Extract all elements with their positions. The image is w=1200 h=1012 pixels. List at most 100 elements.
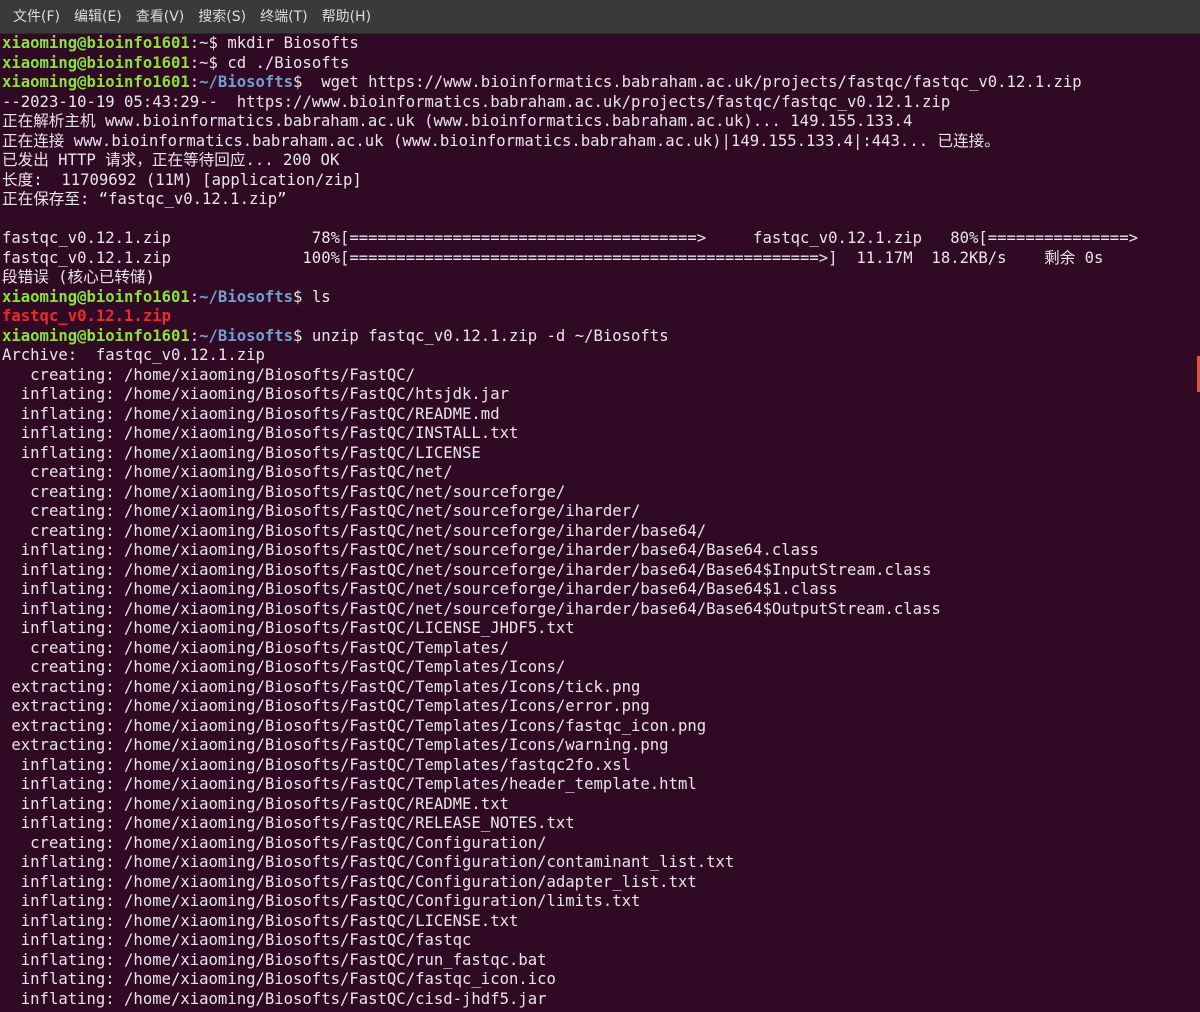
terminal-line: xiaoming@bioinfo1601:~/Biosofts$ wget ht… <box>2 73 1194 93</box>
line-text: creating: /home/xiaoming/Biosofts/FastQC… <box>2 365 416 384</box>
line-text: inflating: /home/xiaoming/Biosofts/FastQ… <box>2 775 697 793</box>
terminal-line: extracting: /home/xiaoming/Biosofts/Fast… <box>2 736 1194 756</box>
terminal-line: inflating: /home/xiaoming/Biosofts/FastQ… <box>2 619 1194 639</box>
line-text: fastqc_v0.12.1.zip 78%[=================… <box>2 229 1138 247</box>
line-text: inflating: /home/xiaoming/Biosofts/FastQ… <box>2 794 509 813</box>
terminal-line: xiaoming@bioinfo1601:~/Biosofts$ unzip f… <box>2 327 1194 347</box>
line-text: inflating: /home/xiaoming/Biosofts/FastQ… <box>2 443 481 462</box>
line-text: inflating: /home/xiaoming/Biosofts/FastQ… <box>2 560 932 579</box>
line-text: 正在解析主机 www.bioinformatics.babraham.ac.uk… <box>2 112 913 130</box>
terminal-line: inflating: /home/xiaoming/Biosofts/FastQ… <box>2 424 1194 444</box>
line-text: inflating: /home/xiaoming/Biosofts/FastQ… <box>2 989 547 1008</box>
line-text: inflating: /home/xiaoming/Biosofts/FastQ… <box>2 424 519 442</box>
terminal-line: extracting: /home/xiaoming/Biosofts/Fast… <box>2 678 1194 698</box>
terminal-line: creating: /home/xiaoming/Biosofts/FastQC… <box>2 366 1194 386</box>
terminal-line: creating: /home/xiaoming/Biosofts/FastQC… <box>2 502 1194 522</box>
terminal-line: creating: /home/xiaoming/Biosofts/FastQC… <box>2 522 1194 542</box>
menu-edit[interactable]: 编辑(E) <box>67 5 129 29</box>
line-text: inflating: /home/xiaoming/Biosofts/FastQ… <box>2 853 735 871</box>
menu-help[interactable]: 帮助(H) <box>315 5 378 29</box>
line-text: inflating: /home/xiaoming/Biosofts/FastQ… <box>2 931 472 949</box>
line-text: creating: /home/xiaoming/Biosofts/FastQC… <box>2 482 566 501</box>
terminal-line: inflating: /home/xiaoming/Biosofts/FastQ… <box>2 795 1194 815</box>
line-text: inflating: /home/xiaoming/Biosofts/FastQ… <box>2 385 509 403</box>
terminal-line: inflating: /home/xiaoming/Biosofts/FastQ… <box>2 931 1194 951</box>
terminal-line: 正在连接 www.bioinformatics.babraham.ac.uk (… <box>2 132 1194 152</box>
line-text: inflating: /home/xiaoming/Biosofts/FastQ… <box>2 950 547 969</box>
terminal-line: inflating: /home/xiaoming/Biosofts/FastQ… <box>2 444 1194 464</box>
terminal-line: inflating: /home/xiaoming/Biosofts/FastQ… <box>2 990 1194 1010</box>
terminal-line: inflating: /home/xiaoming/Biosofts/FastQ… <box>2 600 1194 620</box>
terminal-output[interactable]: xiaoming@bioinfo1601:~$ mkdir Biosofts xi… <box>2 34 1194 1012</box>
line-text: inflating: /home/xiaoming/Biosofts/FastQ… <box>2 970 556 988</box>
line-text: inflating: /home/xiaoming/Biosofts/FastQ… <box>2 814 575 832</box>
terminal-line: fastqc_v0.12.1.zip <box>2 307 1194 327</box>
terminal-line: inflating: /home/xiaoming/Biosofts/FastQ… <box>2 580 1194 600</box>
prompt-user-host: xiaoming@bioinfo1601 <box>2 326 190 345</box>
line-text: $ unzip fastqc_v0.12.1.zip -d ~/Biosofts <box>293 326 669 345</box>
line-text: $ ls <box>293 287 331 306</box>
terminal-line: 正在解析主机 www.bioinformatics.babraham.ac.uk… <box>2 112 1194 132</box>
terminal-line: creating: /home/xiaoming/Biosofts/FastQC… <box>2 463 1194 483</box>
terminal-line: inflating: /home/xiaoming/Biosofts/FastQ… <box>2 873 1194 893</box>
terminal-line: inflating: /home/xiaoming/Biosofts/FastQ… <box>2 892 1194 912</box>
line-text: : <box>189 73 200 91</box>
line-text: extracting: /home/xiaoming/Biosofts/Fast… <box>2 697 650 715</box>
terminal-line: inflating: /home/xiaoming/Biosofts/FastQ… <box>2 912 1194 932</box>
line-text: extracting: /home/xiaoming/Biosofts/Fast… <box>2 677 641 696</box>
terminal-line: 已发出 HTTP 请求，正在等待回应... 200 OK <box>2 151 1194 171</box>
terminal-line: inflating: /home/xiaoming/Biosofts/FastQ… <box>2 405 1194 425</box>
terminal-line: 正在保存至: “fastqc_v0.12.1.zip” <box>2 190 1194 210</box>
line-text: inflating: /home/xiaoming/Biosofts/FastQ… <box>2 872 697 891</box>
line-text: : <box>189 326 200 345</box>
terminal-line: 段错误 (核心已转储) <box>2 268 1194 288</box>
terminal-window: 文件(F) 编辑(E) 查看(V) 搜索(S) 终端(T) 帮助(H) xiao… <box>0 0 1200 1012</box>
line-text: inflating: /home/xiaoming/Biosofts/FastQ… <box>2 404 500 423</box>
line-text: extracting: /home/xiaoming/Biosofts/Fast… <box>2 716 707 735</box>
line-text: inflating: /home/xiaoming/Biosofts/FastQ… <box>2 580 838 598</box>
line-text: inflating: /home/xiaoming/Biosofts/FastQ… <box>2 755 632 774</box>
terminal-line: fastqc_v0.12.1.zip 100%[================… <box>2 249 1194 269</box>
line-text: Archive: fastqc_v0.12.1.zip <box>2 346 265 364</box>
terminal-line: inflating: /home/xiaoming/Biosofts/FastQ… <box>2 385 1194 405</box>
line-text: 段错误 (核心已转储) <box>2 268 155 286</box>
terminal-line: xiaoming@bioinfo1601:~$ mkdir Biosofts <box>2 34 1194 54</box>
prompt-path: ~/Biosofts <box>199 287 294 306</box>
line-text: creating: /home/xiaoming/Biosofts/FastQC… <box>2 502 641 520</box>
menu-file[interactable]: 文件(F) <box>6 5 67 29</box>
prompt-path: ~/Biosofts <box>199 73 294 91</box>
terminal-line: inflating: /home/xiaoming/Biosofts/FastQ… <box>2 814 1194 834</box>
terminal-line: xiaoming@bioinfo1601:~$ cd ./Biosofts <box>2 54 1194 74</box>
file-name: fastqc_v0.12.1.zip <box>2 307 171 325</box>
line-text: creating: /home/xiaoming/Biosofts/FastQC… <box>2 833 547 852</box>
line-text: fastqc_v0.12.1.zip 100%[================… <box>2 248 1104 267</box>
line-text: :~$ mkdir Biosofts <box>189 34 359 52</box>
line-text: creating: /home/xiaoming/Biosofts/FastQC… <box>2 638 509 657</box>
terminal-line: extracting: /home/xiaoming/Biosofts/Fast… <box>2 697 1194 717</box>
terminal-line: xiaoming@bioinfo1601:~/Biosofts$ ls <box>2 288 1194 308</box>
prompt-path: ~/Biosofts <box>199 326 294 345</box>
terminal-line: Archive: fastqc_v0.12.1.zip <box>2 346 1194 366</box>
line-text: inflating: /home/xiaoming/Biosofts/FastQ… <box>2 599 941 618</box>
line-text: inflating: /home/xiaoming/Biosofts/FastQ… <box>2 911 519 930</box>
terminal-line: creating: /home/xiaoming/Biosofts/FastQC… <box>2 639 1194 659</box>
terminal-line: inflating: /home/xiaoming/Biosofts/FastQ… <box>2 541 1194 561</box>
line-text: inflating: /home/xiaoming/Biosofts/FastQ… <box>2 541 819 559</box>
terminal-line: creating: /home/xiaoming/Biosofts/FastQC… <box>2 658 1194 678</box>
prompt-user-host: xiaoming@bioinfo1601 <box>2 73 190 91</box>
terminal-line: inflating: /home/xiaoming/Biosofts/FastQ… <box>2 756 1194 776</box>
terminal-line: creating: /home/xiaoming/Biosofts/FastQC… <box>2 483 1194 503</box>
menu-terminal[interactable]: 终端(T) <box>253 5 314 29</box>
line-text: creating: /home/xiaoming/Biosofts/FastQC… <box>2 463 453 481</box>
prompt-user-host: xiaoming@bioinfo1601 <box>2 34 190 52</box>
line-text: 正在保存至: “fastqc_v0.12.1.zip” <box>2 190 287 208</box>
menu-view[interactable]: 查看(V) <box>129 5 192 29</box>
line-text: inflating: /home/xiaoming/Biosofts/FastQ… <box>2 619 575 637</box>
terminal-line: inflating: /home/xiaoming/Biosofts/FastQ… <box>2 561 1194 581</box>
line-text: creating: /home/xiaoming/Biosofts/FastQC… <box>2 521 707 540</box>
menu-search[interactable]: 搜索(S) <box>191 5 253 29</box>
line-text: 长度: 11709692 (11M) [application/zip] <box>2 170 362 189</box>
terminal-line: inflating: /home/xiaoming/Biosofts/FastQ… <box>2 951 1194 971</box>
line-text: extracting: /home/xiaoming/Biosofts/Fast… <box>2 736 669 754</box>
